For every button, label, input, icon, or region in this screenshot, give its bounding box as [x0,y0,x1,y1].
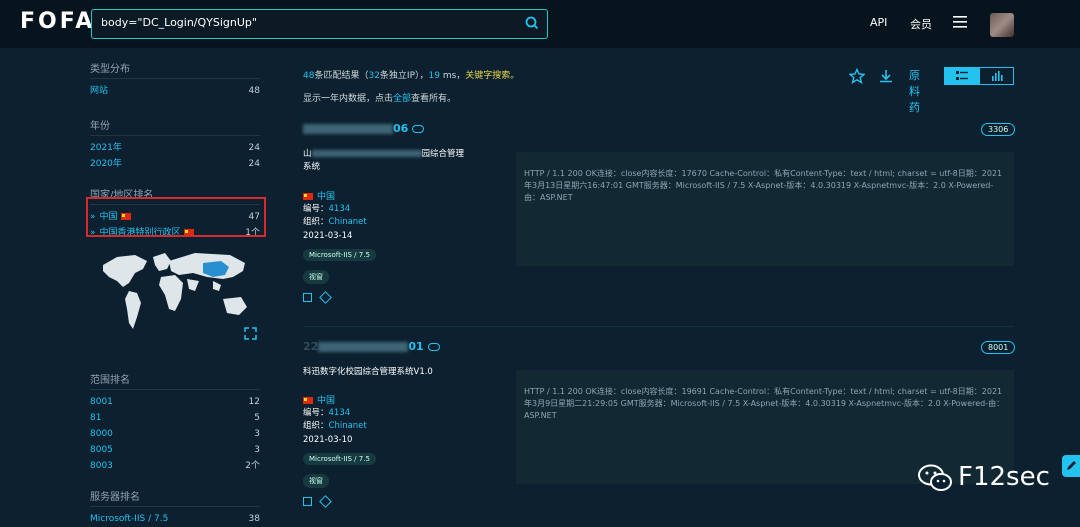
search-icon[interactable] [525,16,539,30]
port-title: 范围排名 [90,375,130,386]
watermark: F12sec [958,462,1050,492]
cube-icon[interactable] [319,495,332,508]
result-date: 2021-03-10 [303,435,353,445]
result-org: 组织：Chinanet [303,421,367,431]
all-data-link[interactable]: 全部 [393,94,411,104]
type-row[interactable]: 网站 48 [90,83,260,99]
type-title: 类型分布 [90,64,130,75]
result-country[interactable]: 中国 [303,189,335,202]
link-icon[interactable] [427,343,440,351]
nav-api[interactable]: API [870,16,887,29]
view-toggle[interactable] [944,67,1014,85]
flag-cn-icon [303,193,313,200]
result-asn: 编号：4134 [303,204,351,214]
bar-chart-icon [992,71,1003,81]
year-title: 年份 [90,121,110,132]
port-row[interactable]: 8001 12 [90,394,260,410]
wechat-icon [918,464,952,491]
edit-button[interactable] [1062,455,1080,477]
list-icon [956,71,968,80]
download-icon[interactable] [878,68,894,84]
raw-material-link[interactable]: 原料药 [909,68,921,116]
search-query[interactable]: body="DC_Login/QYSignUp" [101,16,257,29]
port-row[interactable]: 81 5 [90,410,260,426]
port-badge[interactable]: 8001 [981,341,1016,354]
redacted-host [303,124,393,134]
redacted-host [318,342,409,352]
result-host[interactable]: 06 [303,122,425,135]
result-title: 山园综合管理 系统 [303,149,465,172]
screenshot-icon[interactable] [303,497,312,506]
result-org: 组织：Chinanet [303,217,367,227]
nav-vip[interactable]: 会员 [910,16,932,32]
result-stats: 48条匹配结果（32条独立IP），19 ms，关键字搜索。 [303,71,520,81]
result-title: 科迅数字化校园综合管理系统V1.0 [303,367,433,377]
year-row[interactable]: 2020年 24 [90,156,260,172]
fofa-logo[interactable]: FOFA [20,9,95,34]
world-map[interactable] [95,247,260,342]
server-title: 服务器排名 [90,492,140,503]
divider [303,326,1014,327]
search-input[interactable]: body="DC_Login/QYSignUp" [91,9,548,39]
port-row[interactable]: 8000 3 [90,426,260,442]
year-row[interactable]: 2021年 24 [90,140,260,156]
list-view-button[interactable] [945,68,980,84]
keyword-search-link[interactable]: 关键字搜索。 [465,71,519,81]
highlight-box [86,197,266,237]
expand-icon[interactable] [244,327,257,340]
port-row[interactable]: 8005 3 [90,442,260,458]
port-section: 范围排名 8001 12 81 5 8000 3 8005 3 8003 2个 服务器排名… [90,371,260,527]
result-date: 2021-03-14 [303,231,353,241]
pencil-icon [1067,461,1076,470]
menu-icon[interactable] [953,16,967,28]
top-bar: FOFA body="DC_Login/QYSignUp" API 会员 [0,0,1080,48]
server-tag[interactable]: Microsoft-IIS / 7.5 [303,249,376,261]
avatar[interactable] [990,13,1014,37]
port-row[interactable]: 8003 2个 [90,458,260,474]
http-banner: HTTP / 1.1 200 OK连接：close内容长度：17670 Cach… [516,152,1014,266]
result-host[interactable]: 22 01 [303,340,440,353]
link-icon[interactable] [412,125,425,133]
os-tag[interactable]: 视窗 [303,474,329,488]
os-tag[interactable]: 视窗 [303,270,329,284]
result-country[interactable]: 中国 [303,393,335,406]
cube-icon[interactable] [319,291,332,304]
chart-view-button[interactable] [980,68,1013,84]
server-tag[interactable]: Microsoft-IIS / 7.5 [303,453,376,465]
result-asn: 编号：4134 [303,408,351,418]
data-range-note: 显示一年内数据，点击全部查看所有。 [303,94,457,104]
screenshot-icon[interactable] [303,293,312,302]
port-badge[interactable]: 3306 [981,123,1016,136]
star-icon[interactable] [849,68,865,84]
redacted-title [311,150,422,157]
flag-cn-icon [303,397,313,404]
